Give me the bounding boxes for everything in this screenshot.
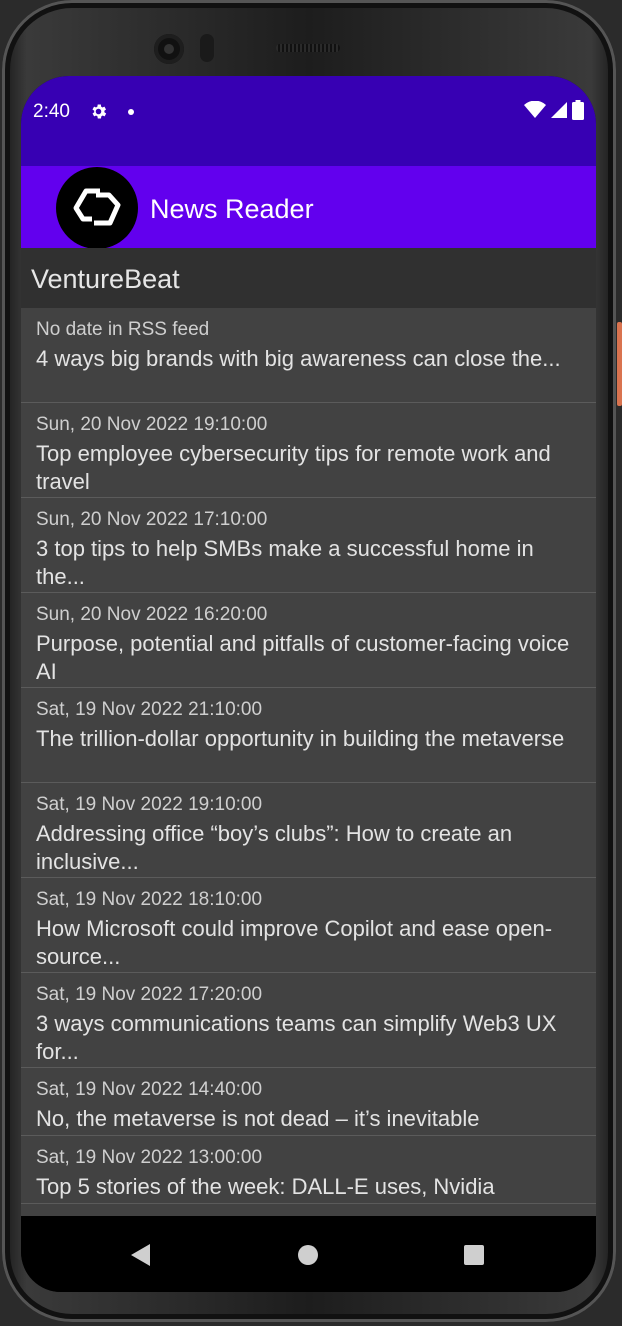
feed-name: VentureBeat: [31, 264, 180, 294]
article-date: Sun, 20 Nov 2022 16:20:00: [36, 604, 268, 625]
article-title: Purpose, potential and pitfalls of custo…: [36, 631, 570, 684]
article-list[interactable]: No date in RSS feed 4 ways big brands wi…: [21, 308, 596, 1216]
feed-header: VentureBeat: [21, 248, 596, 308]
article-title: Addressing office “boy’s clubs”: How to …: [36, 821, 513, 874]
article-title: 3 ways communications teams can simplify…: [36, 1011, 557, 1064]
power-button: [617, 322, 622, 406]
list-item[interactable]: Sat, 19 Nov 2022 14:40:00 No, the metave…: [21, 1068, 596, 1136]
app-logo-icon: [56, 167, 138, 249]
list-item[interactable]: Sat, 19 Nov 2022 21:10:00 The trillion-d…: [21, 688, 596, 783]
recents-icon[interactable]: [464, 1245, 484, 1265]
list-item[interactable]: Sat, 19 Nov 2022 19:10:00 Addressing off…: [21, 783, 596, 878]
list-item[interactable]: No date in RSS feed 4 ways big brands wi…: [21, 308, 596, 403]
article-date: Sat, 19 Nov 2022 18:10:00: [36, 889, 263, 910]
status-bar: 2:40: [21, 76, 596, 166]
proximity-sensor: [200, 34, 214, 62]
list-item[interactable]: Sat, 19 Nov 2022 13:00:00 Top 5 stories …: [21, 1136, 596, 1204]
home-icon[interactable]: [298, 1245, 318, 1265]
article-title: How Microsoft could improve Copilot and …: [36, 916, 553, 969]
status-icons: [524, 100, 584, 120]
article-title: Top employee cybersecurity tips for remo…: [36, 441, 551, 494]
front-camera: [154, 34, 184, 64]
signal-icon: [551, 102, 567, 118]
article-date: No date in RSS feed: [36, 319, 210, 340]
article-date: Sat, 19 Nov 2022 13:00:00: [36, 1147, 263, 1168]
earpiece-speaker: [276, 44, 340, 52]
list-item[interactable]: Sun, 20 Nov 2022 17:10:00 3 top tips to …: [21, 498, 596, 593]
wifi-icon: [524, 101, 546, 118]
navigation-bar: [21, 1216, 596, 1292]
article-title: The trillion-dollar opportunity in build…: [36, 726, 565, 751]
article-title: 4 ways big brands with big awareness can…: [36, 346, 561, 371]
article-date: Sat, 19 Nov 2022 17:20:00: [36, 984, 263, 1005]
list-item[interactable]: Sat, 19 Nov 2022 17:20:00 3 ways communi…: [21, 973, 596, 1068]
gear-icon: [92, 104, 107, 119]
article-title: Top 5 stories of the week: DALL-E uses, …: [36, 1174, 495, 1199]
article-date: Sun, 20 Nov 2022 17:10:00: [36, 509, 268, 530]
cd-logo-mark: [73, 188, 121, 226]
article-date: Sun, 20 Nov 2022 19:10:00: [36, 414, 268, 435]
back-icon[interactable]: [131, 1244, 150, 1266]
battery-icon: [572, 100, 584, 120]
article-date: Sat, 19 Nov 2022 19:10:00: [36, 794, 263, 815]
article-title: No, the metaverse is not dead – it’s ine…: [36, 1106, 480, 1131]
article-date: Sat, 19 Nov 2022 21:10:00: [36, 699, 263, 720]
notification-dot-icon: [128, 109, 134, 115]
app-bar: News Reader: [21, 166, 596, 249]
list-item[interactable]: Sat, 19 Nov 2022 18:10:00 How Microsoft …: [21, 878, 596, 973]
list-item[interactable]: Sun, 20 Nov 2022 16:20:00 Purpose, poten…: [21, 593, 596, 688]
app-title: News Reader: [150, 194, 314, 224]
article-date: Sat, 19 Nov 2022 14:40:00: [36, 1079, 263, 1100]
list-item[interactable]: Sun, 20 Nov 2022 19:10:00 Top employee c…: [21, 403, 596, 498]
screen: 2:40 News Reader VentureBeat No date in …: [21, 76, 596, 1292]
article-title: 3 top tips to help SMBs make a successfu…: [36, 536, 534, 589]
status-time: 2:40: [33, 101, 70, 122]
